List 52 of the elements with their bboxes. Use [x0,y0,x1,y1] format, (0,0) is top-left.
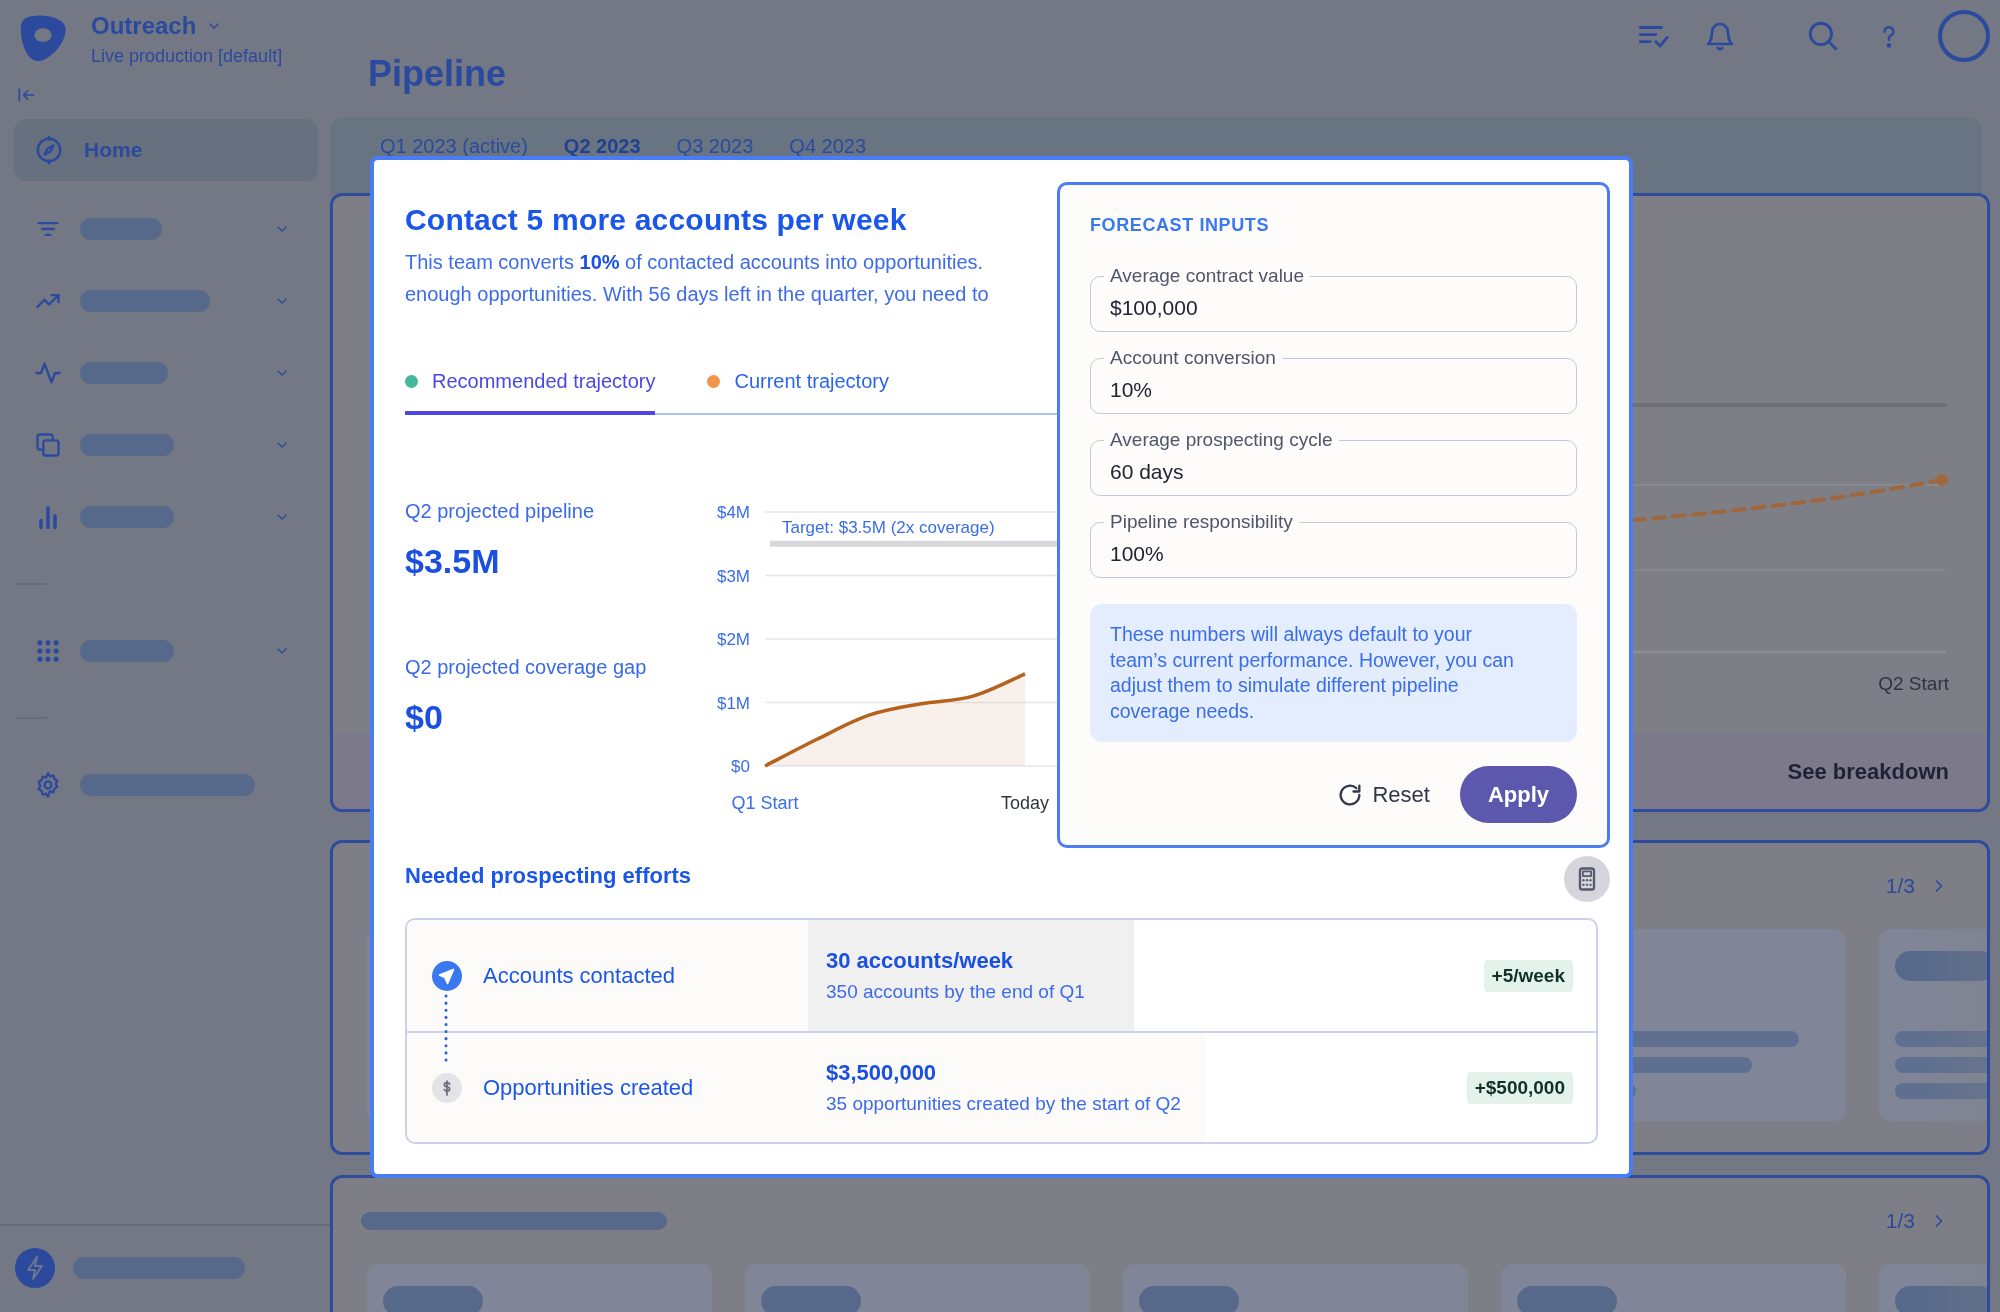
input-field[interactable]: Pipeline responsibility 100% [1090,511,1577,578]
description-text: enough opportunities. With 56 days left in the quarter, you need to [405,282,990,307]
stat-value: $3.5M [405,541,501,581]
dialog-title: Contact 5 more accounts per week [405,202,908,238]
axis-label: Q2 Start [1878,673,1949,695]
tab[interactable]: Current trajectory [707,356,889,415]
collapse-icon[interactable] [16,85,36,105]
apply-button[interactable]: Apply [1459,766,1577,823]
page-counter: 1/3 [1885,1209,1915,1233]
metric-detail: 35 opportunities created by the start of Q2 [826,1091,1181,1116]
reset-button[interactable]: Reset [1336,780,1430,809]
row-label: Accounts contacted [483,962,675,989]
bell-icon[interactable] [1704,20,1736,52]
activity-icon[interactable] [34,359,62,387]
section-title: Needed prospecting efforts [405,863,692,889]
axis-label: $0 [731,757,750,776]
page-title: Pipeline [368,52,507,96]
change-badge: +5/week [1483,959,1573,992]
axis-label: $4M [716,503,750,522]
change-badge: +$500,000 [1466,1071,1573,1104]
metric-detail: 350 accounts by the end of Q1 [826,979,1086,1004]
grid-icon[interactable] [34,637,62,665]
page-counter: 1/3 [1885,874,1915,898]
lightning-icon[interactable] [15,1248,55,1288]
environment-label: Live production [default] [91,46,283,67]
avatar[interactable] [1938,10,1990,62]
search-icon[interactable] [1806,19,1840,53]
copy-icon[interactable] [34,431,62,459]
stat-label: Q2 projected coverage gap [405,655,648,680]
panel-title: FORECAST INPUTS [1090,214,1270,237]
axis-label: Today [1001,793,1049,813]
axis-label: Q1 Start [731,793,799,813]
description-text: This team converts 10% of contacted accounts into opportunities. [405,250,985,275]
input-field[interactable]: Account conversion 10% [1090,347,1577,414]
input-field[interactable]: Average contract value $100,000 [1090,265,1577,332]
axis-label: $1M [716,693,750,713]
stat-value: $0 [405,697,444,737]
calculator-button[interactable] [1564,856,1610,902]
axis-label: $2M [716,630,750,649]
dollar-icon [432,1072,462,1103]
info-note: These numbers will always default to your team’s current performance. However, you can adjust them to simulate different pipeline coverage needs. [1090,604,1577,742]
input-field[interactable]: Average prospecting cycle 60 days [1090,429,1577,496]
metric-value: 30 accounts/week [826,946,1015,975]
row-label: Opportunities created [483,1074,694,1101]
connector-line [444,994,448,1064]
axis-label: $3M [716,566,750,586]
paper-plane-icon [432,960,462,991]
stat-label: Q2 projected pipeline [405,499,595,524]
compass-icon [34,135,64,165]
tab[interactable]: Recommended trajectory [405,356,656,415]
annotation-label: Target: $3.5M (2x coverage) [782,517,995,537]
metric-value: $3,500,000 [826,1058,938,1087]
